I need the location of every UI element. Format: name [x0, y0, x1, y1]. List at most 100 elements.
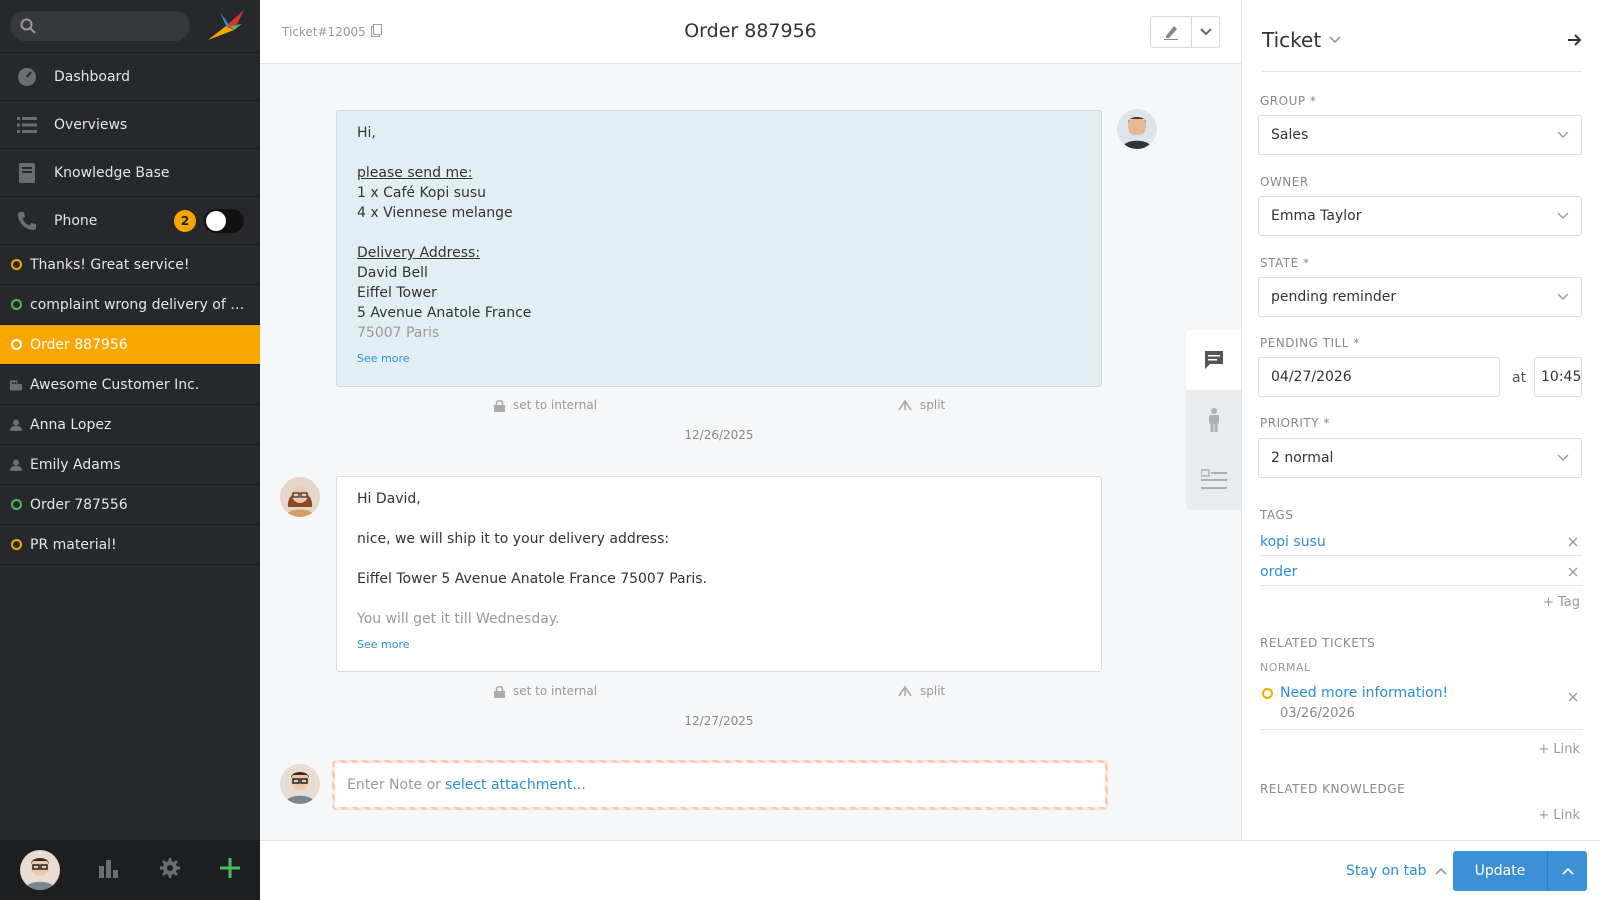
article-line-faded: You will get it till Wednesday. — [357, 611, 560, 627]
chevron-down-icon — [1557, 454, 1569, 461]
ticket-actions — [1150, 16, 1220, 48]
status-ring-icon — [10, 259, 22, 271]
article-line — [357, 589, 1081, 609]
actions-dropdown-button[interactable] — [1191, 17, 1219, 47]
stay-on-tab-button[interactable]: Stay on tab — [1346, 863, 1447, 879]
task-item-active[interactable]: Order 887956 — [0, 325, 260, 365]
nav-overviews[interactable]: Overviews — [0, 101, 260, 149]
chevron-down-icon — [1557, 212, 1569, 219]
set-internal-action[interactable]: set to internal — [494, 684, 597, 698]
ticket-footer: Stay on tab Update — [260, 840, 1600, 900]
state-select[interactable]: pending reminder — [1258, 277, 1582, 317]
add-tag-link[interactable]: + Tag — [1543, 595, 1580, 610]
task-item[interactable]: Order 787556 — [0, 485, 260, 525]
task-item[interactable]: complaint wrong delivery of order 6575 — [0, 285, 260, 325]
phone-count-badge: 2 — [174, 209, 196, 232]
plus-icon[interactable] — [220, 858, 241, 882]
task-label: Order 787556 — [30, 496, 128, 513]
task-item[interactable]: PR material! — [0, 525, 260, 565]
tab-checklist[interactable] — [1186, 450, 1242, 510]
gear-icon[interactable] — [159, 857, 181, 883]
tab-customer[interactable] — [1186, 390, 1242, 450]
tag-link[interactable]: order — [1260, 564, 1297, 580]
arrow-right-icon[interactable] — [1568, 34, 1582, 46]
see-more-link[interactable]: See more — [357, 349, 1081, 369]
priority-select[interactable]: 2 normal — [1258, 438, 1582, 478]
checklist-icon — [1201, 469, 1227, 489]
ticket-sidebar-panel: Ticket GROUP * Sales OWNER Emma Taylor S… — [1241, 0, 1600, 840]
task-item[interactable]: Awesome Customer Inc. — [0, 365, 260, 405]
chevron-down-icon — [1557, 131, 1569, 138]
nav-label: Dashboard — [54, 68, 130, 85]
phone-icon — [16, 210, 38, 232]
task-item[interactable]: Anna Lopez — [0, 405, 260, 445]
status-ring-icon — [10, 499, 22, 511]
note-input-field[interactable]: Enter Note or select attachment... — [335, 763, 1105, 807]
article-line: Delivery Address: — [357, 245, 481, 261]
reporting-icon[interactable] — [99, 858, 119, 882]
close-icon[interactable] — [1568, 537, 1578, 547]
group-value: Sales — [1271, 127, 1309, 143]
nav-label: Overviews — [54, 116, 128, 133]
task-label: Awesome Customer Inc. — [30, 376, 200, 393]
customer-avatar[interactable] — [1117, 109, 1157, 149]
split-action[interactable]: split — [898, 398, 945, 412]
agent-article[interactable]: Hi David, nice, we will ship it to your … — [336, 476, 1102, 672]
add-knowledge-link[interactable]: + Link — [1538, 808, 1580, 823]
split-action[interactable]: split — [898, 684, 945, 698]
article-line: David Bell — [357, 265, 428, 281]
chevron-down-icon — [1557, 293, 1569, 300]
article-actions: set to internal split — [336, 684, 1102, 704]
update-options-button[interactable] — [1547, 851, 1587, 891]
customer-article[interactable]: Hi, please send me: 1 x Café Kopi susu 4… — [336, 110, 1102, 387]
chevron-up-icon — [1561, 867, 1574, 875]
sidebar-tabs — [1186, 330, 1242, 510]
update-button[interactable]: Update — [1453, 851, 1547, 891]
search-box[interactable] — [10, 11, 190, 41]
state-label: STATE * — [1260, 256, 1310, 270]
search-input[interactable] — [42, 18, 182, 34]
lock-icon — [494, 399, 505, 412]
article-line — [357, 143, 1081, 163]
agent-avatar[interactable] — [280, 477, 320, 517]
edit-button[interactable] — [1151, 17, 1191, 47]
panel-title[interactable]: Ticket — [1262, 28, 1321, 52]
article-line: 4 x Viennese melange — [357, 205, 513, 221]
owner-value: Emma Taylor — [1271, 208, 1362, 224]
pending-time-value: 10:45 — [1541, 369, 1582, 385]
close-icon[interactable] — [1568, 692, 1578, 702]
ticket-main: Ticket#12005 Order 887956 Hi, please sen… — [260, 0, 1242, 840]
note-input[interactable]: Enter Note or select attachment... — [332, 760, 1108, 810]
nav-phone[interactable]: Phone 2 — [0, 197, 260, 245]
pending-time-input[interactable]: 10:45 — [1534, 357, 1582, 397]
set-internal-action[interactable]: set to internal — [494, 398, 597, 412]
tag-link[interactable]: kopi susu — [1260, 534, 1326, 550]
phone-toggle[interactable] — [204, 208, 244, 233]
set-internal-label: set to internal — [513, 684, 598, 698]
task-item[interactable]: Emily Adams — [0, 445, 260, 485]
pending-at-label: at — [1512, 370, 1527, 386]
user-avatar[interactable] — [19, 850, 60, 890]
close-icon[interactable] — [1568, 567, 1578, 577]
article-line: nice, we will ship it to your delivery a… — [357, 531, 670, 547]
related-tickets-label: RELATED TICKETS — [1260, 636, 1376, 650]
tag-item: kopi susu — [1260, 528, 1582, 556]
nav-dashboard[interactable]: Dashboard — [0, 53, 260, 101]
article-line: Hi, — [357, 125, 376, 141]
owner-select[interactable]: Emma Taylor — [1258, 196, 1582, 236]
add-link-link[interactable]: + Link — [1538, 742, 1580, 757]
sidebar: Dashboard Overviews Knowledge Base Phone… — [0, 0, 260, 900]
article-line: 5 Avenue Anatole France — [357, 305, 532, 321]
status-ring-icon — [10, 299, 22, 311]
nav-knowledge-base[interactable]: Knowledge Base — [0, 149, 260, 197]
related-ticket-link[interactable]: Need more information! — [1280, 685, 1448, 701]
chevron-down-icon[interactable] — [1329, 36, 1341, 44]
logo-icon[interactable] — [204, 6, 248, 46]
pending-date-input[interactable]: 04/27/2026 — [1258, 357, 1500, 397]
group-select[interactable]: Sales — [1258, 115, 1582, 155]
tab-ticket[interactable] — [1186, 330, 1242, 390]
see-more-link[interactable]: See more — [357, 635, 1081, 655]
task-item[interactable]: Thanks! Great service! — [0, 245, 260, 285]
split-label: split — [920, 398, 946, 412]
select-attachment-link[interactable]: select attachment... — [445, 777, 586, 793]
